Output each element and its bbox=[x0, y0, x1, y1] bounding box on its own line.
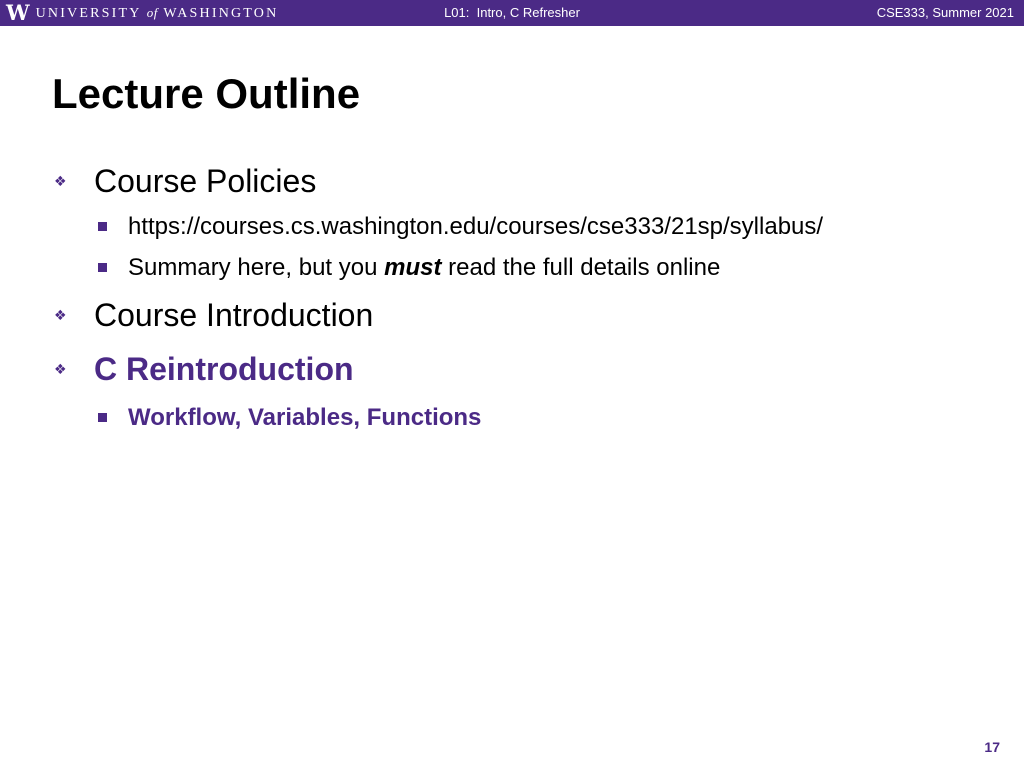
outline-item-label: C Reintroduction bbox=[94, 351, 354, 387]
diamond-bullet-icon: ❖ bbox=[54, 173, 67, 189]
square-bullet-icon bbox=[98, 222, 107, 231]
outline-item-course-policies: ❖ Course Policies bbox=[54, 162, 317, 200]
summary-text-prefix: Summary here, but you bbox=[128, 254, 385, 281]
outline-item-label: Course Policies bbox=[94, 163, 317, 199]
outline-subitem-syllabus-url: https://courses.cs.washington.edu/course… bbox=[98, 212, 824, 242]
slide-title: Lecture Outline bbox=[52, 70, 361, 117]
course-label: CSE333, Summer 2021 bbox=[876, 5, 1014, 20]
outline-item-c-reintroduction: ❖ C Reintroduction bbox=[54, 350, 354, 388]
square-bullet-icon bbox=[98, 413, 107, 422]
outline-item-label: Course Introduction bbox=[94, 297, 374, 333]
outline-subitem-summary: Summary here, but you must read the full… bbox=[98, 253, 721, 283]
page-number: 17 bbox=[984, 739, 1000, 755]
outline-item-course-introduction: ❖ Course Introduction bbox=[54, 296, 374, 334]
syllabus-link: https://courses.cs.washington.edu/course… bbox=[128, 213, 824, 240]
header-bar: W UNIVERSITY of WASHINGTON L01: Intro, C… bbox=[0, 0, 1024, 26]
diamond-bullet-icon: ❖ bbox=[54, 307, 67, 323]
summary-text-suffix: read the full details online bbox=[441, 254, 721, 281]
outline-subitem-label: Workflow, Variables, Functions bbox=[128, 404, 482, 431]
diamond-bullet-icon: ❖ bbox=[54, 361, 67, 377]
outline-subitem-workflow: Workflow, Variables, Functions bbox=[98, 403, 482, 433]
summary-emphasis: must bbox=[384, 254, 442, 281]
square-bullet-icon bbox=[98, 263, 107, 272]
lecture-label: L01: Intro, C Refresher bbox=[444, 5, 580, 20]
